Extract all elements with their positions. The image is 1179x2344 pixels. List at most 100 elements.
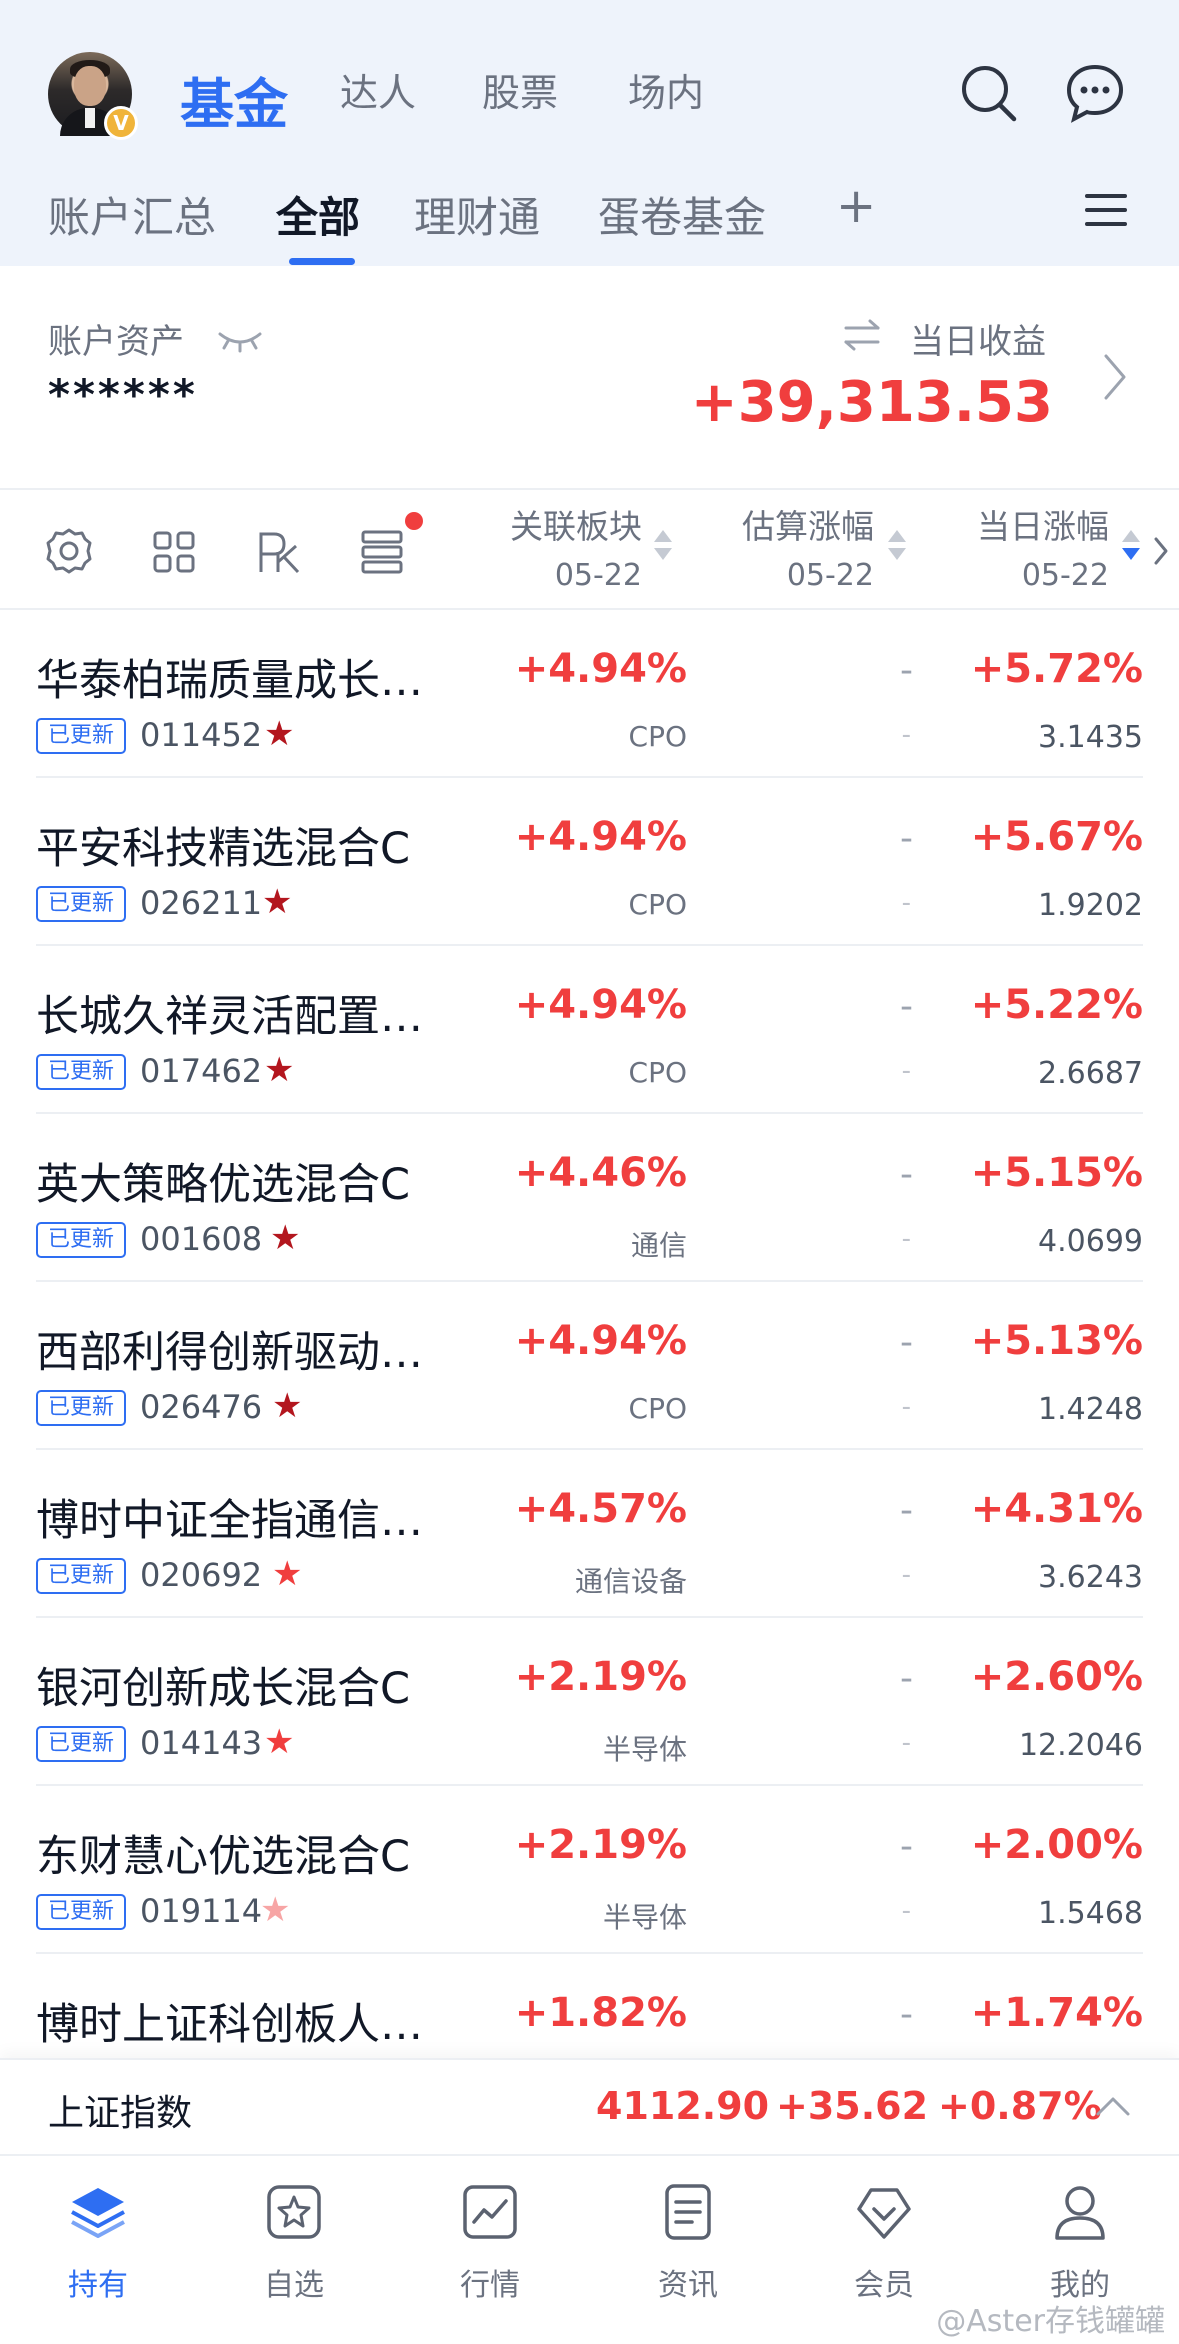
table-row[interactable]: 长城久祥灵活配置… 已更新 017462 ★ +4.94% CPO - - +5… xyxy=(36,946,1143,1114)
index-value: 4112.90 xyxy=(596,2084,770,2128)
swap-icon[interactable] xyxy=(842,318,882,352)
daily-change: +4.31% xyxy=(970,1486,1143,1532)
col-estimate-date: 05-22 xyxy=(786,558,874,593)
fund-name: 博时中证全指通信… xyxy=(36,1496,423,1546)
table-row[interactable]: 英大策略优选混合C 已更新 001608 ★ +4.46% 通信 - - +5.… xyxy=(36,1114,1143,1282)
table-row[interactable]: 华泰柏瑞质量成长… 已更新 011452 ★ +4.94% CPO - - +5… xyxy=(36,610,1143,778)
table-row[interactable]: 平安科技精选混合C 已更新 026211 ★ +4.94% CPO - - +5… xyxy=(36,778,1143,946)
chevron-up-icon[interactable] xyxy=(1094,2094,1132,2118)
sort-sector-icon[interactable] xyxy=(654,530,674,560)
user-icon xyxy=(1055,2186,1105,2240)
avatar[interactable]: V xyxy=(48,52,138,140)
add-tab-button[interactable]: + xyxy=(836,178,876,234)
chat-icon[interactable] xyxy=(1064,62,1126,124)
fund-code: 011452 xyxy=(140,716,263,754)
updated-tag: 已更新 xyxy=(36,1222,127,1258)
nav-label: 行情 xyxy=(460,2268,520,2303)
star-icon: ★ xyxy=(272,1386,303,1426)
col-estimate-title: 估算涨幅 xyxy=(742,507,874,546)
menu-icon[interactable] xyxy=(1084,188,1128,232)
chart-icon xyxy=(463,2185,517,2239)
estimate-change: - xyxy=(900,1826,913,1867)
grid-icon[interactable] xyxy=(152,530,196,574)
account-assets-value: ****** xyxy=(48,370,198,419)
fund-code: 017462 xyxy=(140,1052,263,1090)
top-header: V 基金 达人 股票 场内 账户汇总 全部 理财通 蛋卷基金 + xyxy=(0,0,1179,266)
nav-market[interactable]: 行情 xyxy=(410,2182,570,2304)
diamond-icon xyxy=(857,2188,911,2239)
chevron-right-icon[interactable] xyxy=(1100,352,1128,402)
account-assets-label: 账户资产 xyxy=(48,322,184,362)
table-row[interactable]: 西部利得创新驱动… 已更新 026476 ★ +4.94% CPO - - +5… xyxy=(36,1282,1143,1450)
tab-experts[interactable]: 达人 xyxy=(340,62,416,117)
market-index-bar[interactable]: 上证指数 4112.90 +35.62 +0.87% xyxy=(0,2058,1179,2154)
scroll-columns-right-icon[interactable] xyxy=(1152,536,1170,566)
subtab-all[interactable]: 全部 xyxy=(276,184,360,245)
estimate-change: - xyxy=(900,1154,913,1195)
star-icon: ★ xyxy=(270,1218,301,1258)
table-row[interactable]: 东财慧心优选混合C 已更新 019114 ★ +2.19% 半导体 - - +2… xyxy=(36,1786,1143,1954)
col-estimate-header[interactable]: 估算涨幅 05-22 xyxy=(742,500,874,593)
fund-list: 华泰柏瑞质量成长… 已更新 011452 ★ +4.94% CPO - - +5… xyxy=(0,610,1179,2122)
daily-change: +5.22% xyxy=(970,982,1143,1028)
settings-icon[interactable] xyxy=(44,526,94,576)
updated-tag: 已更新 xyxy=(36,1558,127,1594)
sector-change: +4.57% xyxy=(514,1486,687,1532)
estimate-change: - xyxy=(900,1490,913,1531)
sector-name: CPO xyxy=(628,720,687,753)
nav-profile[interactable]: 我的 xyxy=(1000,2182,1160,2304)
subtab-danjuan[interactable]: 蛋卷基金 xyxy=(598,184,766,245)
estimate-sub: - xyxy=(901,1896,911,1926)
sort-estimate-icon[interactable] xyxy=(888,530,908,560)
pk-icon[interactable] xyxy=(256,528,302,576)
index-change: +35.62 xyxy=(776,2084,929,2128)
daily-change: +5.15% xyxy=(970,1150,1143,1196)
tab-stocks[interactable]: 股票 xyxy=(482,62,558,117)
notification-dot xyxy=(405,512,423,530)
fund-name: 西部利得创新驱动… xyxy=(36,1328,423,1378)
fund-nav: 2.6687 xyxy=(1038,1056,1143,1091)
daily-change: +2.00% xyxy=(970,1822,1143,1868)
sector-change: +4.94% xyxy=(514,982,687,1028)
daily-change: +1.74% xyxy=(970,1990,1143,2036)
nav-watchlist[interactable]: 自选 xyxy=(214,2182,374,2304)
estimate-change: - xyxy=(900,818,913,859)
fund-nav: 3.6243 xyxy=(1038,1560,1143,1595)
fund-nav: 1.4248 xyxy=(1038,1392,1143,1427)
sector-change: +1.82% xyxy=(514,1990,687,2036)
sector-change: +4.94% xyxy=(514,646,687,692)
nav-news[interactable]: 资讯 xyxy=(608,2182,768,2304)
updated-tag: 已更新 xyxy=(36,718,127,754)
star-icon: ★ xyxy=(272,1554,303,1594)
subtab-licaitong[interactable]: 理财通 xyxy=(414,184,540,245)
nav-membership[interactable]: 会员 xyxy=(804,2182,964,2304)
tab-fund[interactable]: 基金 xyxy=(180,60,288,139)
col-daily-header[interactable]: 当日涨幅 05-22 xyxy=(977,500,1109,593)
updated-tag: 已更新 xyxy=(36,1894,127,1930)
updated-tag: 已更新 xyxy=(36,1726,127,1762)
star-icon: ★ xyxy=(264,1722,295,1762)
sector-change: +4.94% xyxy=(514,814,687,860)
fund-name: 平安科技精选混合C xyxy=(36,824,411,874)
col-sector-header[interactable]: 关联板块 05-22 xyxy=(510,500,642,593)
search-icon[interactable] xyxy=(958,62,1020,124)
estimate-sub: - xyxy=(901,1392,911,1422)
list-layout-icon[interactable] xyxy=(360,528,404,574)
sector-change: +2.19% xyxy=(514,1822,687,1868)
fund-name: 东财慧心优选混合C xyxy=(36,1832,411,1882)
active-tab-indicator xyxy=(289,258,355,265)
col-daily-date: 05-22 xyxy=(1021,558,1109,593)
sort-daily-icon[interactable] xyxy=(1122,530,1142,560)
eye-closed-icon[interactable] xyxy=(216,326,264,354)
nav-label: 自选 xyxy=(264,2268,324,2303)
col-sector-title: 关联板块 xyxy=(510,507,642,546)
fund-nav: 4.0699 xyxy=(1038,1224,1143,1259)
nav-holdings[interactable]: 持有 xyxy=(18,2182,178,2304)
table-row[interactable]: 银河创新成长混合C 已更新 014143 ★ +2.19% 半导体 - - +2… xyxy=(36,1618,1143,1786)
subtab-account-summary[interactable]: 账户汇总 xyxy=(48,184,216,245)
updated-tag: 已更新 xyxy=(36,1054,127,1090)
table-row[interactable]: 博时中证全指通信… 已更新 020692 ★ +4.57% 通信设备 - - +… xyxy=(36,1450,1143,1618)
estimate-sub: - xyxy=(901,1224,911,1254)
daily-change: +5.13% xyxy=(970,1318,1143,1364)
tab-onsite[interactable]: 场内 xyxy=(628,62,704,117)
